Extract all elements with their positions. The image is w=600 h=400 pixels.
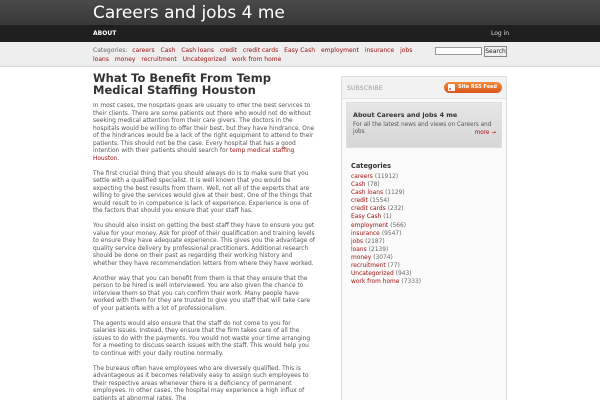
sidebar-category-link[interactable]: recruitment: [351, 263, 386, 269]
search-button[interactable]: Search: [484, 46, 507, 57]
category-count: (2187): [365, 238, 385, 245]
site-header: Careers and jobs 4 me ABOUT Log in: [0, 0, 600, 42]
category-link-work-from-home[interactable]: work from home: [232, 56, 281, 63]
list-item: loans (2139): [351, 246, 421, 254]
category-links: Categories: careers Cash Cash loans cred…: [93, 46, 423, 64]
category-link-careers[interactable]: careers: [132, 47, 154, 54]
sidebar-category-link[interactable]: careers: [351, 174, 373, 180]
category-link-easy-cash[interactable]: Easy Cash: [284, 47, 315, 54]
list-item: money (3074): [351, 254, 421, 262]
list-item: Easy Cash (1): [351, 213, 421, 221]
categories-bar: Categories: careers Cash Cash loans cred…: [0, 42, 600, 67]
sidebar-category-link[interactable]: credit cards: [351, 206, 386, 212]
category-count: (78): [367, 182, 380, 189]
category-count: (566): [390, 222, 407, 229]
list-item: Cash (78): [351, 181, 421, 189]
sidebar-category-link[interactable]: Cash: [351, 182, 366, 188]
sidebar-category-link[interactable]: insurance: [351, 231, 380, 237]
post-body: In most cases, the hospitals goals are u…: [93, 103, 315, 400]
category-link-cash[interactable]: Cash: [161, 47, 176, 54]
subscribe-box: SUBSCRIBE Site RSS Feed: [342, 77, 506, 99]
search-input[interactable]: [435, 47, 482, 55]
category-link-uncategorized[interactable]: Uncategorized: [183, 56, 226, 63]
nav-bar: ABOUT Log in: [0, 24, 600, 42]
categories-heading: Categories: [351, 162, 392, 170]
sidebar-category-link[interactable]: employment: [351, 223, 388, 229]
about-box: About Careers and jobs 4 me For all the …: [346, 102, 502, 148]
post-paragraph: In most cases, the hospitals goals are u…: [93, 103, 315, 163]
list-item: careers (11912): [351, 173, 421, 181]
post-paragraph: You should also insist on getting the be…: [93, 223, 315, 267]
sidebar-category-link[interactable]: credit: [351, 198, 368, 204]
sidebar-category-link[interactable]: jobs: [351, 239, 363, 245]
sidebar-category-link[interactable]: Cash loans: [351, 190, 383, 196]
sidebar-category-link[interactable]: Uncategorized: [351, 271, 394, 277]
site-title[interactable]: Careers and jobs 4 me: [93, 3, 285, 23]
list-item: employment (566): [351, 222, 421, 230]
about-title: About Careers and jobs 4 me: [353, 111, 458, 119]
list-item: Cash loans (1129): [351, 189, 421, 197]
sidebar: SUBSCRIBE Site RSS Feed About Careers an…: [341, 76, 507, 400]
category-link-money[interactable]: money: [115, 56, 136, 63]
post-title[interactable]: What To Benefit From Temp Medical Staffi…: [93, 72, 313, 96]
sidebar-category-link[interactable]: Easy Cash: [351, 214, 381, 220]
sidebar-category-link[interactable]: loans: [351, 247, 367, 253]
about-more-link[interactable]: more →: [475, 130, 496, 136]
sidebar-category-link[interactable]: work from home: [351, 279, 399, 285]
category-count: (3074): [373, 254, 393, 261]
category-link-cash-loans[interactable]: Cash loans: [181, 47, 214, 54]
post-paragraph: The first crucial thing that you should …: [93, 170, 313, 215]
post-text: .: [117, 155, 120, 162]
categories-label: Categories:: [93, 47, 128, 54]
category-count: (1554): [369, 198, 390, 205]
list-item: insurance (9547): [351, 230, 421, 238]
list-item: jobs (2187): [351, 238, 421, 246]
category-count: (943): [395, 271, 412, 278]
post-text: In most cases, the hospitals goals are u…: [93, 103, 315, 154]
category-count: (7333): [401, 279, 422, 286]
category-count: (77): [387, 263, 400, 270]
category-link-credit[interactable]: credit: [220, 47, 237, 54]
rss-feed-label: Site RSS Feed: [458, 84, 497, 90]
category-count: (1): [383, 214, 392, 221]
nav-about-link[interactable]: ABOUT: [93, 30, 116, 37]
categories-list: careers (11912) Cash (78) Cash loans (1129)…: [351, 173, 421, 286]
category-link-insurance[interactable]: insurance: [365, 47, 394, 54]
list-item: credit (1554): [351, 197, 421, 205]
list-item: recruitment (77): [351, 262, 421, 270]
post-paragraph: The bureaus often have employees who are…: [93, 365, 309, 400]
post-paragraph: The agents would also ensure that the st…: [93, 320, 311, 357]
rss-feed-button[interactable]: Site RSS Feed: [444, 82, 502, 93]
login-link[interactable]: Log in: [491, 30, 509, 37]
category-count: (2139): [368, 246, 389, 253]
category-link-recruitment[interactable]: recruitment: [141, 56, 176, 63]
list-item: credit cards (232): [351, 205, 421, 213]
subscribe-label: SUBSCRIBE: [347, 85, 383, 92]
category-link-credit-cards[interactable]: credit cards: [243, 47, 278, 54]
category-count: (11912): [374, 174, 399, 180]
category-link-jobs[interactable]: jobs: [400, 47, 412, 54]
category-link-employment[interactable]: employment: [321, 47, 359, 54]
category-count: (1129): [385, 190, 405, 197]
list-item: work from home (7333): [351, 278, 421, 286]
category-count: (9547): [381, 230, 402, 237]
rss-icon: [448, 84, 455, 91]
sidebar-category-link[interactable]: money: [351, 255, 371, 261]
category-count: (232): [387, 206, 404, 213]
category-link-loans[interactable]: loans: [93, 56, 109, 63]
post-paragraph: Another way that you can benefit from th…: [93, 275, 310, 312]
list-item: Uncategorized (943): [351, 270, 421, 278]
